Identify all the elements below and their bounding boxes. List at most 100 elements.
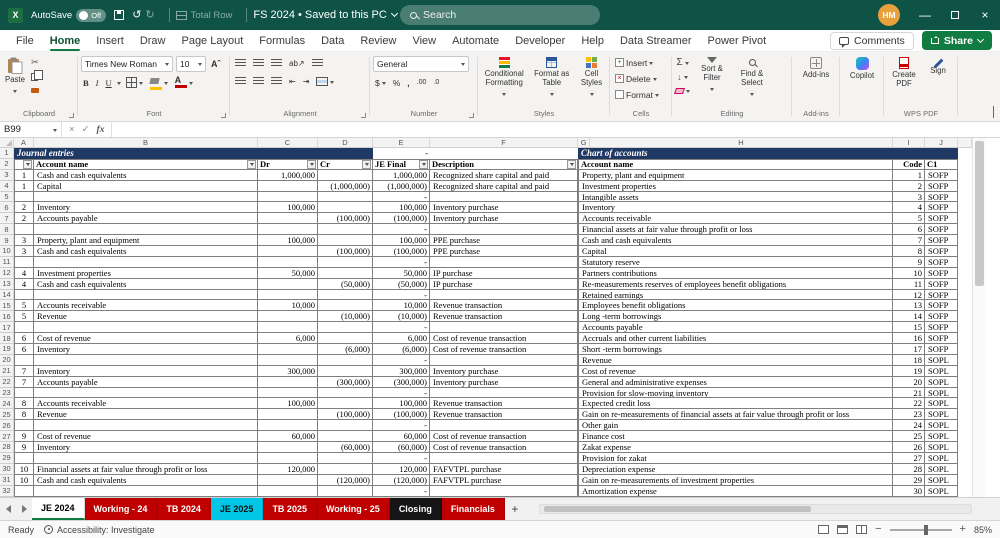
journal-cell-je-final[interactable]: (50,000) bbox=[373, 278, 430, 290]
coa-cell-code[interactable]: 24 bbox=[893, 420, 925, 432]
journal-cell-account[interactable] bbox=[34, 485, 258, 497]
coa-cell-account[interactable]: Employees benefit obligations bbox=[578, 300, 893, 312]
coa-cell-account[interactable]: Intangible assets bbox=[578, 191, 893, 203]
journal-header-dr[interactable]: Dr bbox=[258, 158, 318, 170]
journal-cell-je-final[interactable]: 6,000 bbox=[373, 333, 430, 345]
journal-cell-account[interactable]: Accounts receivable bbox=[34, 398, 258, 410]
row-header-19[interactable]: 19 bbox=[0, 344, 14, 355]
coa-cell-code[interactable]: 8 bbox=[893, 246, 925, 257]
journal-cell-dr[interactable]: 50,000 bbox=[258, 267, 318, 279]
column-header-A[interactable]: A bbox=[14, 138, 34, 148]
journal-cell-account[interactable] bbox=[34, 289, 258, 301]
journal-cell-cr[interactable] bbox=[318, 365, 373, 377]
autosave-toggle[interactable]: AutoSave Off bbox=[31, 8, 107, 22]
journal-cell-cr[interactable]: (60,000) bbox=[318, 442, 373, 453]
row-header-5[interactable]: 5 bbox=[0, 191, 14, 203]
coa-cell-c1[interactable]: SOPL bbox=[925, 452, 958, 464]
journal-cell-account[interactable]: Investment properties bbox=[34, 267, 258, 279]
journal-header-index[interactable] bbox=[14, 158, 34, 170]
undo-icon[interactable]: ↺ bbox=[132, 9, 141, 21]
journal-cell-description[interactable]: Cost of revenue transaction bbox=[430, 344, 578, 355]
journal-cell-dr[interactable] bbox=[258, 420, 318, 432]
ribbon-collapse-button[interactable] bbox=[993, 106, 994, 118]
row-header-24[interactable]: 24 bbox=[0, 398, 14, 410]
delete-cells-button[interactable]: × Delete bbox=[613, 72, 669, 85]
cut-button[interactable]: ✂ bbox=[31, 56, 39, 69]
journal-cell-cr[interactable] bbox=[318, 485, 373, 497]
cell-empty[interactable] bbox=[958, 344, 972, 355]
journal-cell-dr[interactable] bbox=[258, 452, 318, 464]
journal-cell-je-final[interactable]: (60,000) bbox=[373, 442, 430, 453]
paste-dropdown-icon[interactable] bbox=[12, 89, 17, 95]
align-center-button[interactable] bbox=[251, 74, 266, 89]
menu-tab-power-pivot[interactable]: Power Pivot bbox=[699, 30, 774, 51]
journal-cell-je-number[interactable]: 2 bbox=[14, 202, 34, 214]
coa-cell-c1[interactable]: SOFP bbox=[925, 344, 958, 355]
name-box-dropdown-icon[interactable] bbox=[53, 128, 57, 134]
cell-empty[interactable] bbox=[958, 398, 972, 410]
coa-cell-code[interactable]: 1 bbox=[893, 169, 925, 181]
journal-cell-description[interactable]: Recognized share capital and paid bbox=[430, 180, 578, 192]
coa-cell-account[interactable]: Gain on re-measurements of investment pr… bbox=[578, 474, 893, 486]
coa-cell-code[interactable]: 17 bbox=[893, 344, 925, 355]
coa-cell-account[interactable]: Investment properties bbox=[578, 180, 893, 192]
row-header-32[interactable]: 32 bbox=[0, 485, 14, 497]
journal-cell-je-final[interactable]: - bbox=[373, 420, 430, 432]
journal-cell-cr[interactable]: (1,000,000) bbox=[318, 180, 373, 192]
tab-scroll-right-icon[interactable] bbox=[16, 498, 32, 520]
coa-cell-account[interactable]: Statutory reserve bbox=[578, 256, 893, 268]
align-middle-button[interactable] bbox=[251, 56, 266, 71]
column-header-H[interactable]: H bbox=[590, 138, 893, 148]
journal-cell-account[interactable]: Cash and cash equivalents bbox=[34, 169, 258, 181]
select-all-button[interactable] bbox=[0, 138, 14, 148]
coa-cell-code[interactable]: 6 bbox=[893, 224, 925, 236]
journal-cell-cr[interactable] bbox=[318, 322, 373, 334]
journal-cell-dr[interactable]: 100,000 bbox=[258, 398, 318, 410]
coa-cell-c1[interactable]: SOPL bbox=[925, 474, 958, 486]
journal-cell-je-final[interactable]: (100,000) bbox=[373, 246, 430, 257]
journal-cell-account[interactable]: Accounts payable bbox=[34, 213, 258, 225]
journal-cell-cr[interactable] bbox=[318, 235, 373, 247]
page-layout-view-button[interactable] bbox=[837, 525, 849, 534]
row-header-7[interactable]: 7 bbox=[0, 213, 14, 225]
journal-cell-je-number[interactable]: 8 bbox=[14, 409, 34, 421]
coa-cell-c1[interactable]: SOFP bbox=[925, 300, 958, 312]
journal-cell-dr[interactable] bbox=[258, 474, 318, 486]
normal-view-button[interactable] bbox=[818, 525, 830, 534]
column-header-partial[interactable] bbox=[958, 138, 972, 148]
journal-cell-je-number[interactable]: 7 bbox=[14, 376, 34, 388]
coa-cell-account[interactable]: Accounts payable bbox=[578, 322, 893, 334]
journal-cell-je-number[interactable]: 1 bbox=[14, 169, 34, 181]
journal-cell-account[interactable] bbox=[34, 387, 258, 399]
journal-cell-je-final[interactable]: - bbox=[373, 485, 430, 497]
number-dialog-launcher[interactable] bbox=[469, 113, 474, 118]
coa-cell-c1[interactable]: SOPL bbox=[925, 485, 958, 497]
column-header-E[interactable]: E bbox=[373, 138, 430, 148]
journal-cell-cr[interactable] bbox=[318, 169, 373, 181]
number-format-combo[interactable]: General bbox=[373, 56, 469, 72]
journal-cell-dr[interactable] bbox=[258, 289, 318, 301]
cell-empty[interactable] bbox=[958, 452, 972, 464]
journal-cell-cr[interactable] bbox=[318, 398, 373, 410]
coa-cell-account[interactable]: Retained earnings bbox=[578, 289, 893, 301]
journal-cell-je-final[interactable]: - bbox=[373, 191, 430, 203]
row-header-3[interactable]: 3 bbox=[0, 169, 14, 181]
cell-empty[interactable] bbox=[958, 387, 972, 399]
copy-button[interactable] bbox=[31, 70, 43, 83]
coa-cell-code[interactable]: 28 bbox=[893, 463, 925, 475]
journal-cell-je-final[interactable]: 300,000 bbox=[373, 365, 430, 377]
coa-cell-code[interactable]: 14 bbox=[893, 311, 925, 323]
journal-cell-je-final[interactable]: 100,000 bbox=[373, 235, 430, 247]
coa-cell-c1[interactable]: SOPL bbox=[925, 442, 958, 453]
sheet-tab-closing[interactable]: Closing bbox=[389, 498, 442, 520]
coa-cell-account[interactable]: Partners contributions bbox=[578, 267, 893, 279]
journal-cell-je-number[interactable]: 5 bbox=[14, 300, 34, 312]
font-dialog-launcher[interactable] bbox=[221, 113, 226, 118]
coa-cell-account[interactable]: Re-measurements reserves of employees be… bbox=[578, 278, 893, 290]
journal-cell-je-final[interactable]: - bbox=[373, 289, 430, 301]
menu-tab-developer[interactable]: Developer bbox=[507, 30, 573, 51]
close-button[interactable]: × bbox=[970, 0, 1000, 30]
journal-cell-account[interactable]: Revenue bbox=[34, 409, 258, 421]
row-header-21[interactable]: 21 bbox=[0, 365, 14, 377]
underline-dropdown-icon[interactable] bbox=[116, 81, 121, 87]
